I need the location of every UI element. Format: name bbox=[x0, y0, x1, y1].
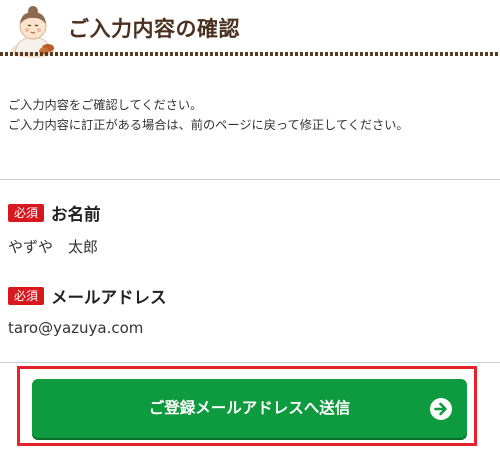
field-name-label-row: 必須 お名前 bbox=[8, 202, 488, 224]
required-badge: 必須 bbox=[8, 287, 45, 305]
field-name: 必須 お名前 やずや 太郎 bbox=[8, 202, 488, 257]
field-email-label-row: 必須 メールアドレス bbox=[8, 285, 488, 307]
header-divider bbox=[0, 52, 500, 56]
field-name-label: お名前 bbox=[51, 205, 101, 224]
field-email-value: taro@yazuya.com bbox=[8, 319, 144, 337]
section-divider-bottom bbox=[0, 362, 500, 363]
field-email-label: メールアドレス bbox=[51, 288, 167, 307]
page-header: ご入力内容の確認 bbox=[0, 0, 500, 58]
page-title: ご入力内容の確認 bbox=[68, 17, 240, 41]
required-badge: 必須 bbox=[8, 204, 45, 222]
submit-button[interactable]: ご登録メールアドレスへ送信 bbox=[32, 379, 467, 438]
field-name-value: やずや 太郎 bbox=[8, 238, 99, 256]
intro-line-2: ご入力内容に訂正がある場合は、前のページに戻って修正してください。 bbox=[8, 118, 409, 132]
section-divider-top bbox=[0, 179, 500, 180]
field-email: 必須 メールアドレス taro@yazuya.com bbox=[8, 285, 488, 337]
submit-button-label: ご登録メールアドレスへ送信 bbox=[148, 399, 351, 417]
intro-line-1: ご入力内容をご確認してください。 bbox=[8, 98, 203, 112]
mascot-icon bbox=[11, 6, 55, 58]
intro-message: ご入力内容をご確認してください。 ご入力内容に訂正がある場合は、前のページに戻っ… bbox=[8, 95, 498, 135]
arrow-right-circle-icon bbox=[430, 398, 452, 420]
